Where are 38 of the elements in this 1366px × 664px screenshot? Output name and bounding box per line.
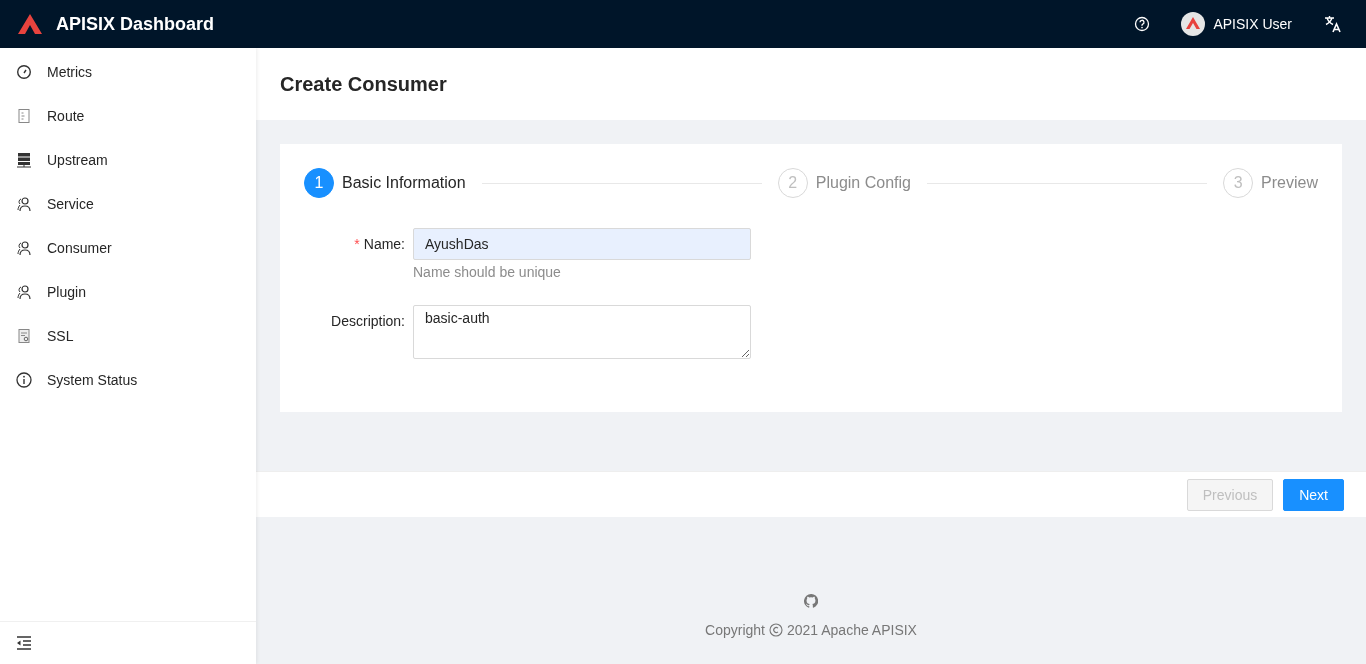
info-icon [16,372,32,388]
user-name[interactable]: APISIX User [1213,16,1292,32]
logo-icon [18,14,42,34]
users-icon [16,196,32,212]
page-title: Create Consumer [280,72,447,96]
app-title: APISIX Dashboard [56,13,215,35]
translate-icon[interactable] [1324,15,1342,33]
step-title: Preview [1261,174,1318,192]
menu-item[interactable]: Plugin [0,272,256,312]
field-label: Name: [363,236,405,252]
users-icon [16,240,32,256]
certificate-icon [16,328,32,344]
avatar-icon[interactable] [1181,12,1206,36]
field-label: Description: [331,313,405,329]
menu-item[interactable]: System Status [0,360,256,400]
name-field[interactable]: AyushDas [413,228,751,260]
step-title: Basic Information [342,174,466,192]
menu-item[interactable]: SSL [0,316,256,356]
document-icon [16,108,32,124]
step-number: 1 [304,168,334,198]
copyright-text: Copyright [705,622,765,638]
server-icon [16,152,32,168]
menu-item[interactable]: Service [0,184,256,224]
help-icon[interactable] [1134,16,1151,32]
step-title: Plugin Config [815,174,911,192]
required-mark: * [354,236,360,252]
menu-item[interactable]: Metrics [0,52,256,92]
github-icon[interactable] [804,594,818,608]
description-field[interactable]: basic-auth [413,305,751,359]
copyright-icon [768,623,783,637]
menu-item[interactable]: Upstream [0,140,256,180]
help-text: Name should be unique [413,263,562,281]
collapse-menu-icon[interactable] [16,636,32,650]
users-icon [16,284,32,300]
copyright-year-text: 2021 Apache APISIX [786,622,917,638]
menu-item[interactable]: Consumer [0,228,256,268]
gauge-icon [16,64,32,80]
menu-item[interactable]: Route [0,96,256,136]
